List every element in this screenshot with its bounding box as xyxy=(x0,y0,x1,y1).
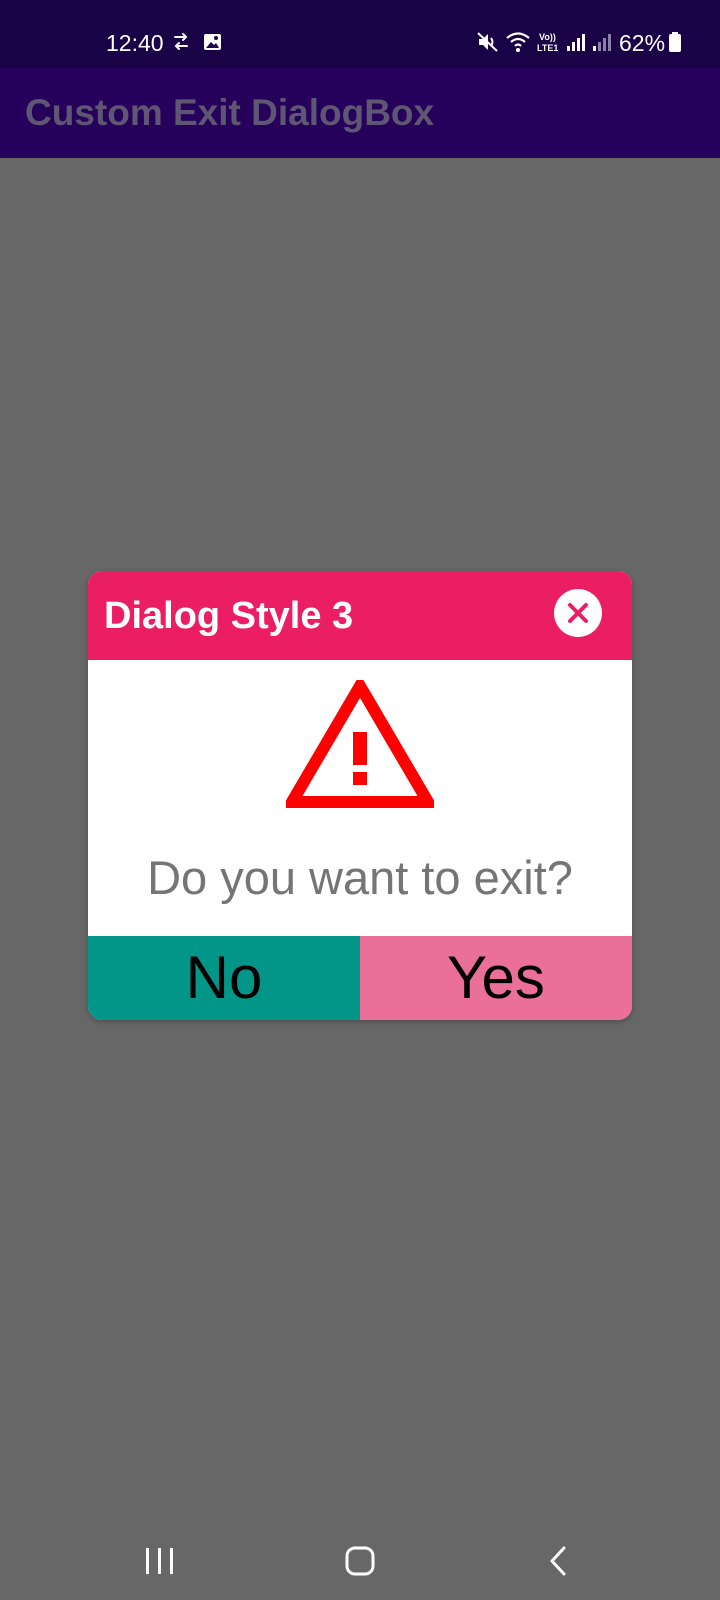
close-icon xyxy=(568,603,588,623)
volte-icon: Vo)) LTE1 xyxy=(537,30,561,59)
no-button[interactable]: No xyxy=(88,936,360,1020)
back-icon xyxy=(550,1546,566,1576)
dialog-title: Dialog Style 3 xyxy=(104,595,354,637)
status-time: 12:40 xyxy=(106,30,164,56)
gallery-icon xyxy=(203,30,223,59)
signal-icon xyxy=(566,30,586,59)
back-button[interactable] xyxy=(500,1522,620,1600)
yes-button[interactable]: Yes xyxy=(360,936,632,1020)
home-button[interactable] xyxy=(300,1522,420,1600)
warning-icon xyxy=(286,680,434,808)
svg-text:LTE1: LTE1 xyxy=(537,43,558,53)
close-button[interactable] xyxy=(554,589,602,637)
battery-icon xyxy=(668,30,682,59)
mute-icon xyxy=(477,30,499,59)
svg-text:Vo)): Vo)) xyxy=(539,32,556,42)
dialog-header: Dialog Style 3 xyxy=(88,571,632,660)
sync-icon xyxy=(172,30,190,59)
status-bar: 12:40 Vo)) LTE1 62% xyxy=(0,0,720,68)
dialog-message: Do you want to exit? xyxy=(147,851,573,904)
recent-apps-button[interactable] xyxy=(100,1522,220,1600)
nav-bar xyxy=(0,1522,720,1600)
signal-weak-icon xyxy=(592,30,612,59)
home-icon xyxy=(345,1546,375,1576)
wifi-icon xyxy=(505,30,531,59)
exit-dialog: Dialog Style 3 Do you want to exit? No Y… xyxy=(88,571,632,1020)
recent-apps-icon xyxy=(146,1548,173,1574)
dialog-body: Do you want to exit? xyxy=(88,660,632,936)
battery-percent: 62% xyxy=(619,30,666,56)
app-bar: Custom Exit DialogBox xyxy=(0,68,720,158)
app-title: Custom Exit DialogBox xyxy=(25,92,435,133)
